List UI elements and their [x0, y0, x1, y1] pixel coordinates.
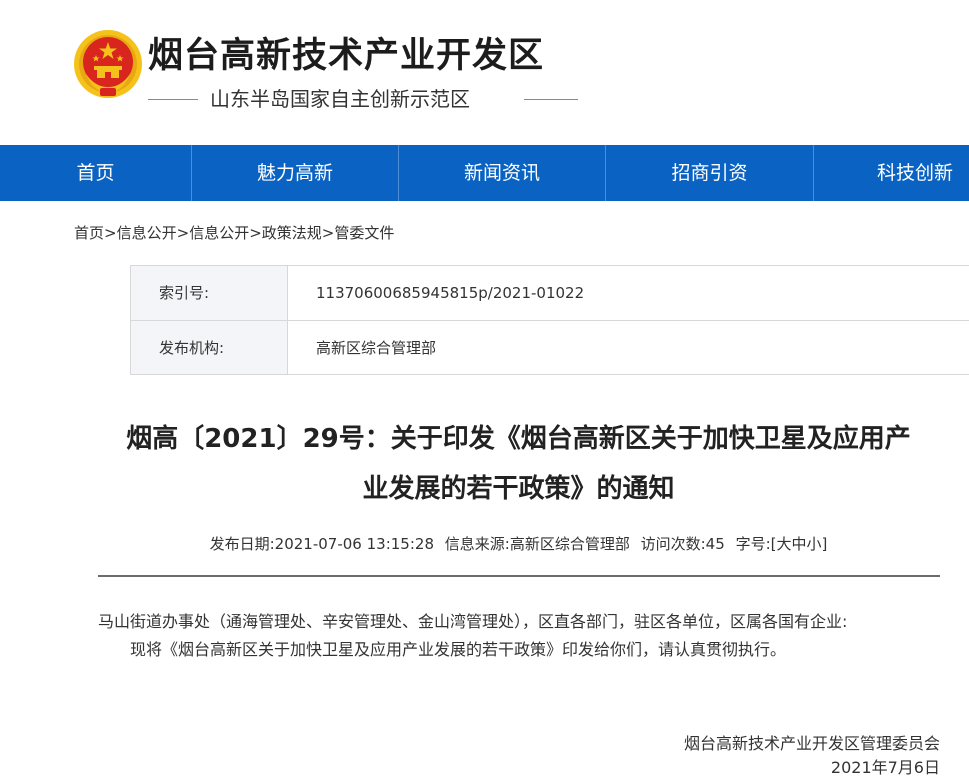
- breadcrumb-link-info[interactable]: 信息公开: [117, 224, 177, 242]
- nav-item-charm[interactable]: 魅力高新: [191, 145, 398, 201]
- national-emblem-icon[interactable]: [72, 28, 144, 100]
- document-meta-table: 索引号: 11370600685945815p/2021-01022 发布机构:…: [130, 265, 969, 375]
- article-title: 烟高〔2021〕29号：关于印发《烟台高新区关于加快卫星及应用产 业发展的若干政…: [96, 414, 941, 514]
- meta-key-publisher: 发布机构:: [131, 321, 288, 374]
- nav-item-news[interactable]: 新闻资讯: [398, 145, 605, 201]
- article-title-line-2: 业发展的若干政策》的通知: [362, 474, 675, 504]
- nav-item-home[interactable]: 首页: [0, 145, 191, 201]
- site-subtitle: 山东半岛国家自主创新示范区: [210, 87, 470, 111]
- article-title-line-1: 烟高〔2021〕29号：关于印发《烟台高新区关于加快卫星及应用产: [126, 424, 911, 454]
- font-size-small-link[interactable]: 小: [807, 535, 822, 553]
- signature-date: 2021年7月6日: [830, 758, 940, 777]
- article-signature: 烟台高新技术产业开发区管理委员会 2021年7月6日: [684, 732, 940, 780]
- subtitle-right-rule: [524, 99, 578, 100]
- article-body: 马山街道办事处（通海管理处、辛安管理处、金山湾管理处），区直各部门，驻区各单位，…: [98, 610, 943, 662]
- breadcrumb: 首页>信息公开>信息公开>政策法规>管委文件: [74, 222, 394, 244]
- nav-item-investment[interactable]: 招商引资: [605, 145, 813, 201]
- breadcrumb-separator: >: [104, 224, 117, 242]
- breadcrumb-link-home[interactable]: 首页: [74, 224, 104, 242]
- nav-item-tech[interactable]: 科技创新: [813, 145, 969, 201]
- font-size-control: 字号:[大中小]: [736, 535, 828, 553]
- article-paragraph: 现将《烟台高新区关于加快卫星及应用产业发展的若干政策》印发给你们，请认真贯彻执行…: [130, 640, 787, 659]
- article-info-bar: 发布日期:2021-07-06 13:15:28 信息来源:高新区综合管理部 访…: [96, 533, 941, 555]
- breadcrumb-separator: >: [249, 224, 262, 242]
- site-header: 烟台高新技术产业开发区 山东半岛国家自主创新示范区: [0, 0, 969, 145]
- meta-row-publisher: 发布机构: 高新区综合管理部: [131, 320, 969, 374]
- main-nav: 首页 魅力高新 新闻资讯 招商引资 科技创新: [0, 145, 969, 201]
- visit-count: 访问次数:45: [640, 535, 725, 553]
- meta-row-index: 索引号: 11370600685945815p/2021-01022: [131, 266, 969, 320]
- site-subtitle-block: 山东半岛国家自主创新示范区: [148, 86, 578, 112]
- breadcrumb-separator: >: [176, 224, 190, 242]
- article-divider: [98, 575, 940, 577]
- site-title: 烟台高新技术产业开发区: [148, 36, 545, 76]
- publish-date: 发布日期:2021-07-06 13:15:28: [209, 535, 434, 553]
- font-size-label: 字号:[: [735, 535, 777, 553]
- font-size-large-link[interactable]: 大: [776, 535, 791, 553]
- meta-value-index: 11370600685945815p/2021-01022: [316, 284, 585, 302]
- signature-org: 烟台高新技术产业开发区管理委员会: [683, 734, 940, 753]
- subtitle-left-rule: [148, 99, 198, 100]
- article-salutation: 马山街道办事处（通海管理处、辛安管理处、金山湾管理处），区直各部门，驻区各单位，…: [98, 612, 848, 631]
- font-size-medium-link[interactable]: 中: [791, 535, 806, 553]
- info-source: 信息来源:高新区综合管理部: [444, 535, 630, 553]
- breadcrumb-link-info-2[interactable]: 信息公开: [189, 224, 249, 242]
- font-size-end: ]: [821, 535, 828, 553]
- breadcrumb-link-policy[interactable]: 政策法规: [262, 224, 322, 242]
- meta-value-publisher: 高新区综合管理部: [316, 339, 437, 357]
- meta-key-index: 索引号:: [131, 266, 288, 320]
- breadcrumb-separator: >: [321, 224, 335, 242]
- breadcrumb-link-committee-docs[interactable]: 管委文件: [334, 224, 394, 242]
